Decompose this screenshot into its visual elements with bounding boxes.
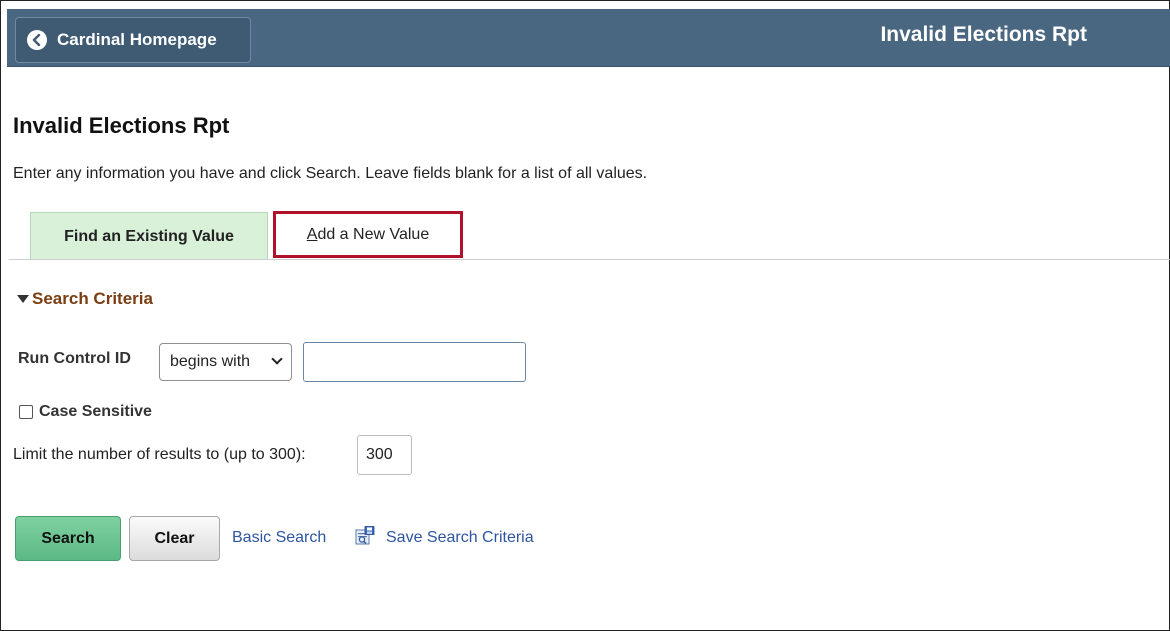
tabs-divider	[9, 259, 1170, 260]
run-control-id-label: Run Control ID	[18, 350, 131, 367]
header-title: Invalid Elections Rpt	[880, 23, 1087, 46]
back-chevron-icon	[27, 30, 47, 50]
home-button-label: Cardinal Homepage	[57, 30, 217, 49]
tab-find-existing-value[interactable]: Find an Existing Value	[30, 212, 268, 260]
operator-select[interactable]: begins with	[159, 343, 292, 381]
tab-add-label: Add a New Value	[306, 225, 430, 243]
limit-results-input[interactable]	[357, 435, 412, 475]
basic-search-link[interactable]: Basic Search	[232, 529, 326, 547]
tab-find-label: Find an Existing Value	[64, 227, 234, 245]
search-criteria-toggle[interactable]: Search Criteria	[17, 289, 153, 309]
case-sensitive-row: Case Sensitive	[19, 403, 152, 421]
page-title: Invalid Elections Rpt	[13, 113, 230, 138]
case-sensitive-label: Case Sensitive	[39, 403, 152, 420]
chevron-down-icon	[271, 353, 283, 365]
search-criteria-label: Search Criteria	[32, 289, 153, 308]
clear-button[interactable]: Clear	[129, 516, 220, 561]
search-button[interactable]: Search	[15, 516, 121, 561]
tab-add-new-value[interactable]: Add a New Value	[273, 211, 463, 258]
triangle-down-icon	[17, 295, 29, 303]
operator-select-value: begins with	[170, 353, 251, 370]
cardinal-homepage-button[interactable]: Cardinal Homepage	[15, 17, 251, 63]
page-header: Cardinal Homepage Invalid Elections Rpt	[7, 9, 1170, 67]
save-search-criteria-link[interactable]: Save Search Criteria	[386, 529, 534, 547]
limit-results-label: Limit the number of results to (up to 30…	[13, 446, 306, 463]
run-control-id-input[interactable]	[303, 342, 526, 382]
save-search-icon[interactable]	[355, 526, 375, 546]
window-frame: Cardinal Homepage Invalid Elections Rpt …	[0, 0, 1170, 631]
instructions-text: Enter any information you have and click…	[13, 165, 648, 182]
case-sensitive-checkbox[interactable]	[19, 405, 33, 419]
